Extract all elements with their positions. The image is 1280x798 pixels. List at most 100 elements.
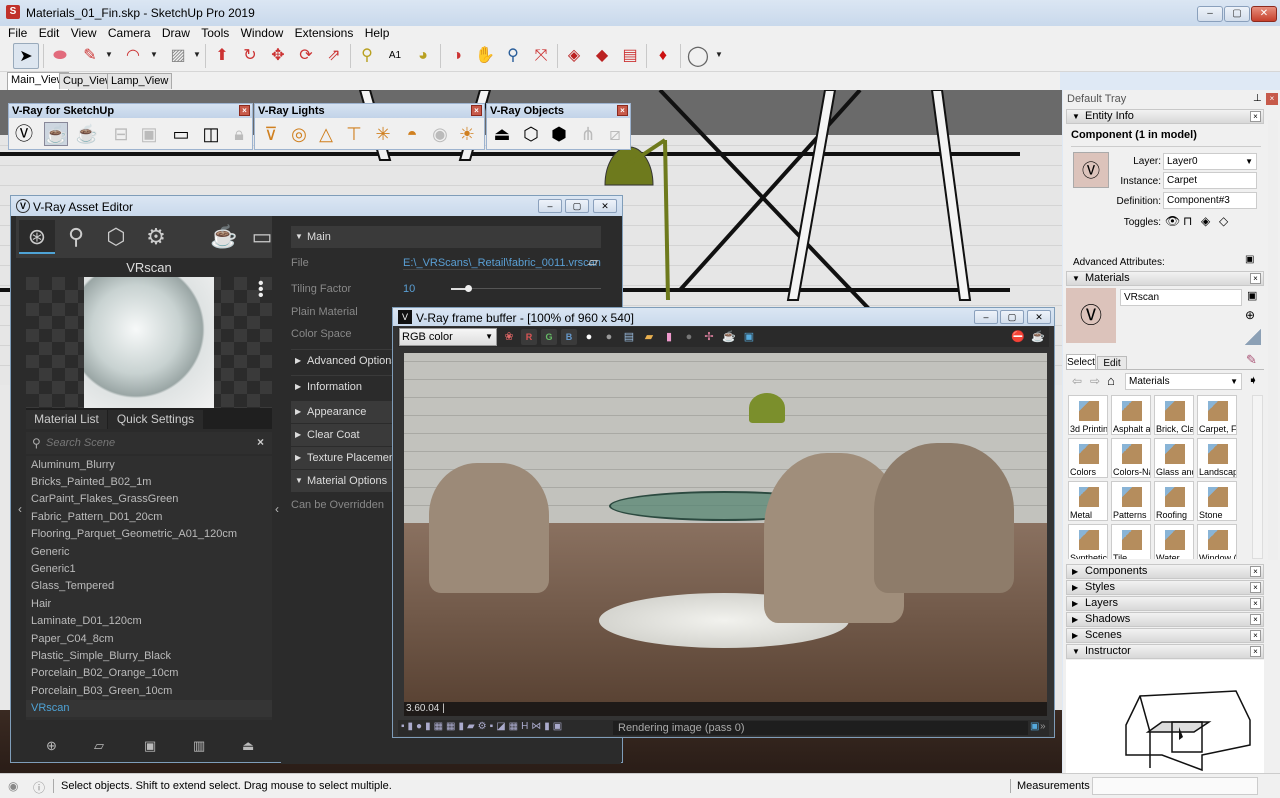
rotate-icon[interactable]: ⟳ [293,43,319,69]
fur-icon[interactable]: ⋔ [576,122,600,146]
account-dropdown[interactable]: ▼ [715,50,723,59]
search-scene-field[interactable]: ⚲ Search Scene × [26,432,272,454]
list-item[interactable]: CarPaint_Flakes_GrassGreen [31,491,272,508]
entity-info-header[interactable]: ▼ Entity Info × [1066,109,1264,124]
layers-header[interactable]: ▶ Layers × [1066,596,1264,611]
render-region-icon[interactable]: ⊟ [109,122,133,146]
definition-field[interactable]: Component#3 [1163,192,1257,209]
delete-icon[interactable]: ▥ [193,738,205,754]
console-icon[interactable]: ▣ [1030,721,1039,732]
folder-item[interactable]: Landscap [1197,438,1237,478]
file-path-field[interactable]: E:\_VRScans\_Retail\fabric_0011.vrscan [403,257,601,270]
list-item[interactable]: Aluminum_Blurry [31,457,272,474]
render-teapot-icon[interactable]: ☕ [44,122,68,146]
folder-item[interactable]: Colors-Na [1111,438,1151,478]
pencil-dropdown[interactable]: ▼ [105,50,113,59]
create-material-icon[interactable]: ⊕ [1245,308,1255,322]
display-secondary-icon[interactable]: ▣ [1247,289,1257,302]
search-input[interactable]: Search Scene [46,437,115,449]
eraser-icon[interactable]: ⬬ [47,43,73,69]
maximize-button[interactable]: ▢ [1224,6,1250,22]
list-item[interactable]: Laminate_D01_120cm [31,613,272,630]
save-image-icon[interactable]: ▤ [621,329,637,345]
frame-buffer-icon[interactable]: ◫ [199,122,223,146]
close-icon[interactable]: × [1250,598,1261,609]
3d-warehouse-icon[interactable]: ◈ [561,43,587,69]
green-channel-button[interactable]: G [541,329,557,345]
close-icon[interactable]: × [471,105,482,116]
omni-light-icon[interactable]: ✳ [371,122,395,146]
lights-icon[interactable]: ⚲ [58,220,94,254]
close-button[interactable]: ✕ [593,199,617,213]
light-gen-icon[interactable]: ☀ [455,122,479,146]
extension-manager-icon[interactable]: ♦ [650,43,676,69]
scale-icon[interactable]: ⇗ [321,43,347,69]
stop-render-icon[interactable]: ⛔ [1010,329,1026,345]
clear-search-icon[interactable]: × [257,435,264,449]
render-batch-icon[interactable]: ▣ [137,122,161,146]
list-item[interactable]: Porcelain_B03_Green_10cm [31,683,272,700]
pin-icon[interactable]: ⊥ [1253,93,1262,104]
list-item[interactable]: Paper_C04_8cm [31,631,272,648]
tray-close-icon[interactable]: × [1266,93,1278,105]
orbit-icon[interactable]: ◑ [444,43,470,69]
layer-select[interactable]: Layer0 ▼ [1163,153,1257,170]
tiling-slider-handle[interactable] [465,285,472,292]
folder-item[interactable]: Window ( [1197,524,1237,559]
interactive-render-icon[interactable]: ☕ [75,122,99,146]
material-swatch[interactable]: Ⓥ [1066,288,1116,343]
scene-tab-lamp-view[interactable]: Lamp_View [107,73,173,89]
close-icon[interactable]: × [1250,111,1261,122]
expand-attributes-icon[interactable]: ▣ [1245,254,1254,265]
close-icon[interactable]: × [239,105,250,116]
channel-select[interactable]: RGB color ▼ [399,328,497,346]
cast-shadows-icon[interactable]: ◇ [1219,214,1228,228]
folder-item[interactable]: Brick, Cla [1154,395,1194,435]
mesh-clipper-icon[interactable]: ⧄ [603,122,627,146]
visibility-toggle-icon[interactable]: 👁︎ [1165,214,1180,228]
folder-item[interactable]: Metal [1068,481,1108,521]
proxy-export-icon[interactable]: ⬡ [519,122,543,146]
tab-edit[interactable]: Edit [1097,356,1127,369]
sphere-light-icon[interactable]: ◎ [287,122,311,146]
more-options-icon[interactable]: • • • [258,276,266,304]
white-dot-icon[interactable]: ● [581,329,597,345]
zoom-icon[interactable]: ⚲ [500,43,526,69]
add-material-icon[interactable]: ⊕ [46,738,57,754]
collapse-props-icon[interactable]: ‹ [275,502,279,516]
folder-item[interactable]: Synthetic [1068,524,1108,559]
menu-extensions[interactable]: Extensions [295,27,354,40]
list-item[interactable]: Generic [31,544,272,561]
menu-edit[interactable]: Edit [39,27,60,40]
instance-field[interactable]: Carpet [1163,172,1257,189]
list-item[interactable]: Bricks_Painted_B02_1m [31,474,272,491]
rendered-image[interactable] [404,353,1047,702]
folder-item[interactable]: Water [1154,524,1194,559]
history-icon[interactable]: ● [681,329,697,345]
fb-tool-icons[interactable]: ▪▮●▮▦▦▮▰⚙▪◪▦H⋈▮▣ [401,721,565,732]
tiling-factor-slider[interactable] [451,288,601,289]
dome-light-icon[interactable]: ◓ [400,122,424,146]
menu-help[interactable]: Help [365,27,390,40]
minimize-button[interactable]: – [538,199,562,213]
alpha-icon[interactable]: ● [601,329,617,345]
frame-buffer-icon[interactable]: ▭ [244,220,280,254]
instructor-header[interactable]: ▼ Instructor × [1066,644,1264,659]
arc-dropdown[interactable]: ▼ [150,50,158,59]
open-file-icon[interactable]: ▱ [94,738,104,754]
tiling-factor-value[interactable]: 10 [403,283,415,295]
display-window-icon[interactable]: ▣ [741,329,757,345]
minimize-button[interactable]: – [974,310,998,324]
render-teapot-icon[interactable]: ☕ [721,329,737,345]
ies-light-icon[interactable]: ⊤ [342,122,366,146]
red-channel-button[interactable]: R [521,329,537,345]
list-item[interactable]: Generic1 [31,561,272,578]
maximize-button[interactable]: ▢ [565,199,589,213]
render-icon[interactable]: ☕ [1030,329,1046,345]
pan-icon[interactable]: ✋ [472,43,498,69]
folder-item[interactable]: Colors [1068,438,1108,478]
close-icon[interactable]: × [1250,273,1261,284]
list-item[interactable]: Hair [31,596,272,613]
material-collection-select[interactable]: Materials ▼ [1125,373,1242,390]
spot-light-icon[interactable]: △ [314,122,338,146]
